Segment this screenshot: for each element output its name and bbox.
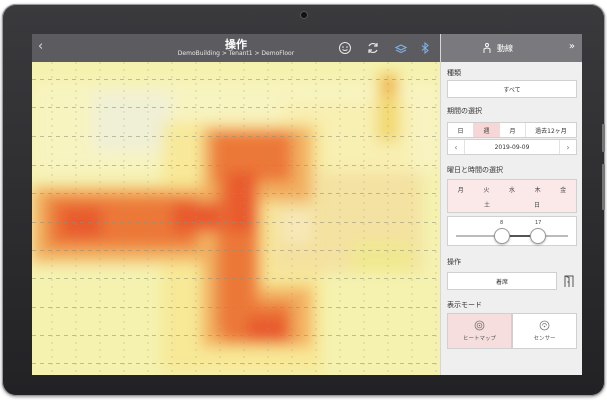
- power-button: [602, 164, 605, 210]
- period-option-month[interactable]: 月: [500, 123, 526, 137]
- app-screen: ‹ 操作 DemoBuilding > Tenant1 > DemoFloor: [32, 34, 582, 375]
- sensor-mode-label: センサー: [533, 336, 556, 342]
- category-select[interactable]: すべて: [447, 80, 577, 98]
- smiley-icon[interactable]: [338, 40, 352, 54]
- next-date-icon[interactable]: ›: [560, 143, 576, 152]
- day-wed[interactable]: 水: [499, 185, 525, 194]
- day-sun[interactable]: 日: [512, 200, 562, 209]
- analysis-panel: 動線 » 種類 すべて 期間の選択 日 週 月 過去12ヶ月 ‹ 2019-09…: [440, 34, 582, 375]
- hour-end-value: 17: [535, 220, 542, 226]
- period-label: 期間の選択: [447, 107, 482, 115]
- date-value[interactable]: 2019-09-09: [464, 140, 560, 154]
- day-fri[interactable]: 金: [550, 185, 576, 194]
- collapse-icon[interactable]: »: [569, 41, 575, 52]
- day-mon[interactable]: 月: [448, 185, 474, 194]
- operation-label: 操作: [447, 258, 461, 266]
- period-option-week[interactable]: 週: [474, 123, 500, 137]
- slider-end-thumb[interactable]: [530, 228, 546, 244]
- category-label: 種類: [447, 69, 461, 77]
- sensor-icon: [539, 320, 550, 331]
- walk-icon: [483, 43, 491, 53]
- tablet-frame: ‹ 操作 DemoBuilding > Tenant1 > DemoFloor: [2, 4, 605, 396]
- door-icon[interactable]: [563, 272, 575, 290]
- day-thu[interactable]: 木: [525, 185, 551, 194]
- panel-header: 動線 »: [441, 34, 582, 62]
- heatmap-mode-label: ヒートマップ: [462, 336, 496, 342]
- dayhour-label: 曜日と時間の選択: [447, 166, 503, 174]
- hour-range-slider: 8 17: [447, 216, 577, 246]
- prev-date-icon[interactable]: ‹: [448, 143, 464, 152]
- top-bar: ‹ 操作 DemoBuilding > Tenant1 > DemoFloor: [32, 34, 440, 62]
- heatmap-mode-button[interactable]: ヒートマップ: [447, 313, 512, 349]
- mode-label: 表示モード: [447, 301, 482, 309]
- operation-select[interactable]: 着席: [447, 272, 557, 290]
- sensor-mode-button[interactable]: センサー: [512, 313, 577, 349]
- bluetooth-icon[interactable]: [418, 40, 432, 55]
- heatmap-icon: [474, 320, 485, 331]
- date-picker: ‹ 2019-09-09 ›: [447, 139, 577, 155]
- heatmap-svg: [32, 62, 440, 375]
- day-selector: 月 火 水 木 金 土 日: [447, 179, 577, 213]
- period-option-12months[interactable]: 過去12ヶ月: [526, 123, 576, 137]
- stack-icon[interactable]: [394, 40, 408, 54]
- slider-start-thumb[interactable]: [494, 228, 510, 244]
- analysis-label: 動線: [497, 43, 513, 53]
- refresh-icon[interactable]: [366, 40, 380, 54]
- day-sat[interactable]: 土: [462, 200, 512, 209]
- volume-button: [602, 124, 605, 152]
- period-option-day[interactable]: 日: [448, 123, 474, 137]
- hour-start-value: 8: [500, 220, 504, 226]
- analysis-button[interactable]: 動線: [481, 40, 513, 56]
- day-tue[interactable]: 火: [474, 185, 500, 194]
- camera: [301, 12, 307, 18]
- heatmap-canvas[interactable]: [32, 62, 440, 375]
- period-selector: 日 週 月 過去12ヶ月: [447, 122, 577, 138]
